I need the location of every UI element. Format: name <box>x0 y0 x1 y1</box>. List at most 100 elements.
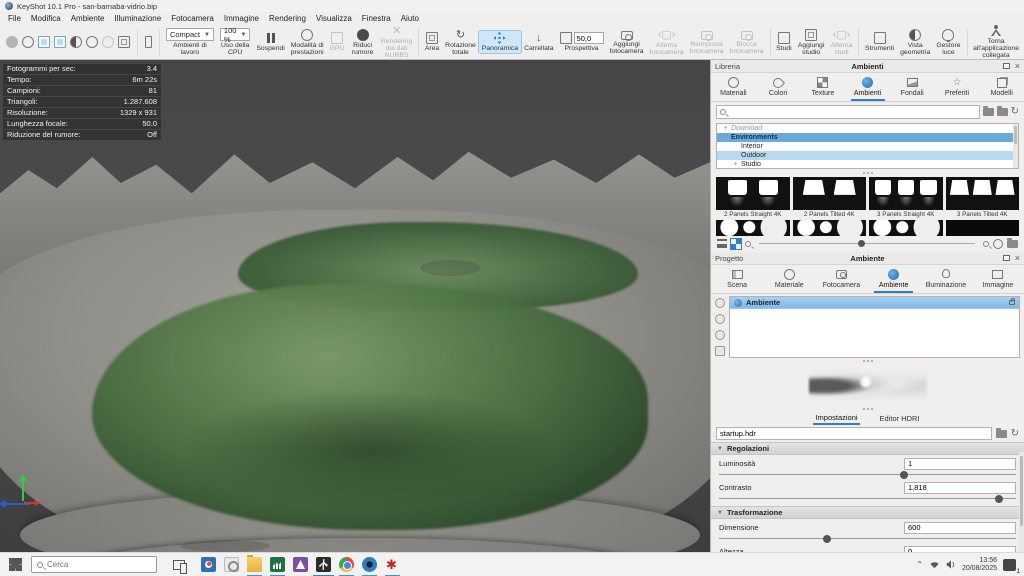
wifi-icon[interactable] <box>929 560 940 569</box>
tab-materiali[interactable]: Materiali <box>711 73 756 101</box>
cycle-studios-button[interactable]: ‹▢› Alterna studi <box>828 28 856 57</box>
tree-item-interior[interactable]: Interior <box>717 142 1018 151</box>
taskbar-app-browser[interactable] <box>197 553 220 576</box>
env-thumb-partial-2[interactable] <box>793 220 867 236</box>
section-trasformazione[interactable]: ▼ Trasformazione <box>711 506 1024 519</box>
library-search-box[interactable] <box>716 105 980 119</box>
taskbar-app-3d-tool[interactable] <box>289 553 312 576</box>
menu-modifica[interactable]: Modifica <box>26 14 66 23</box>
tab-immagine[interactable]: Immagine <box>972 265 1024 293</box>
menu-file[interactable]: File <box>3 14 26 23</box>
env-thumb-partial-1[interactable] <box>716 220 790 236</box>
library-search-input[interactable] <box>729 107 976 117</box>
tree-scrollbar[interactable] <box>1013 124 1018 168</box>
menu-rendering[interactable]: Rendering <box>264 14 311 23</box>
return-to-linked-app-button[interactable]: Torna all'applicazione collegata <box>970 24 1022 60</box>
env-thumb-3-panels-tilted[interactable]: 3 Panels Tilted 4K <box>946 177 1020 219</box>
brightness-slider[interactable] <box>719 470 1016 479</box>
tab-modelli[interactable]: Modelli <box>979 73 1024 101</box>
start-button-icon[interactable] <box>9 558 22 571</box>
taskbar-app-spreadsheet[interactable] <box>266 553 289 576</box>
brightness-field[interactable] <box>904 458 1016 470</box>
taskbar-app-chrome[interactable] <box>335 553 358 576</box>
tab-fondali[interactable]: Fondali <box>890 73 935 101</box>
contrast-field[interactable] <box>904 482 1016 494</box>
render-icon[interactable] <box>70 36 82 48</box>
copy-environment-icon[interactable] <box>715 330 725 340</box>
subtab-editor-hdri[interactable]: Editor HDRI <box>878 413 922 424</box>
focal-length-field[interactable] <box>574 32 604 44</box>
task-view-icon[interactable] <box>173 560 185 570</box>
environment-list-item[interactable]: Ambiente <box>730 297 1019 309</box>
menu-ambiente[interactable]: Ambiente <box>66 14 110 23</box>
dolly-button[interactable]: ↓ Carrellata <box>521 31 556 53</box>
refresh-icon[interactable]: ↻ <box>1011 107 1019 117</box>
pan-button[interactable]: Panoramica <box>479 31 521 53</box>
gpu-button[interactable]: GPU <box>327 31 348 53</box>
browse-folder-icon[interactable] <box>996 430 1007 438</box>
taskbar-app-mesh-tool[interactable] <box>381 553 404 576</box>
size-field[interactable] <box>904 522 1016 534</box>
pause-button[interactable]: Sospendi <box>253 31 287 53</box>
menu-fotocamera[interactable]: Fotocamera <box>166 14 219 23</box>
workspace-select[interactable]: Compact▼ <box>166 28 214 41</box>
thumbnail-size-slider[interactable] <box>759 239 975 249</box>
undock-icon[interactable] <box>1003 255 1010 261</box>
hdr-file-input[interactable] <box>716 427 992 440</box>
tab-scena[interactable]: Scena <box>711 265 763 293</box>
tree-item-download[interactable]: +Download <box>717 124 1018 133</box>
tree-item-studio[interactable]: +Studio <box>717 160 1018 169</box>
tray-expand-icon[interactable]: ⌃ <box>916 560 923 569</box>
tab-illuminazione[interactable]: Illuminazione <box>920 265 972 293</box>
taskbar-clock[interactable]: 13:56 20/08/2025 <box>962 557 997 573</box>
zoom-in-icon[interactable] <box>983 241 989 247</box>
tab-fotocamera[interactable]: Fotocamera <box>815 265 867 293</box>
tree-item-outdoor[interactable]: Outdoor <box>717 151 1018 160</box>
library-panel-toggle-icon[interactable] <box>38 36 50 48</box>
area-button[interactable]: Area <box>422 31 442 53</box>
add-studio-button[interactable]: Aggiungi studio <box>795 28 828 57</box>
tab-ambiente[interactable]: Ambiente <box>868 265 920 293</box>
region-render-icon[interactable] <box>22 36 34 48</box>
close-icon[interactable]: × <box>1015 62 1020 70</box>
lock-camera-button[interactable]: Blocca fotocamera <box>727 28 767 56</box>
3d-viewport[interactable]: Fotogrammi per sec:3.4 Tempo:6m 22s Camp… <box>0 60 710 552</box>
import-folder-icon[interactable] <box>1007 240 1018 248</box>
tab-materiale[interactable]: Materiale <box>763 265 815 293</box>
move-tool-icon[interactable] <box>145 36 153 48</box>
size-slider[interactable] <box>719 534 1016 543</box>
taskbar-app-file-explorer[interactable] <box>243 553 266 576</box>
geometry-view-button[interactable]: Vista geometria <box>897 28 933 57</box>
undock-icon[interactable] <box>1003 63 1010 69</box>
folder-search-icon[interactable] <box>983 108 994 116</box>
screenshot-icon[interactable] <box>118 36 130 48</box>
tumble-button[interactable]: ↻ Rotazione totale <box>442 28 479 57</box>
taskbar-app-keyshot[interactable] <box>312 553 335 576</box>
taskbar-search-input[interactable] <box>47 560 137 569</box>
tools-button[interactable]: Strumenti <box>862 31 897 53</box>
add-environment-icon[interactable] <box>715 298 725 308</box>
reset-camera-button[interactable]: Reimposta fotocamera <box>687 28 727 56</box>
notification-center-icon[interactable]: 1 <box>1003 559 1016 571</box>
duplicate-environment-icon[interactable] <box>715 314 725 324</box>
menu-aiuto[interactable]: Aiuto <box>396 14 424 23</box>
zoom-out-icon[interactable] <box>745 241 751 247</box>
tab-colori[interactable]: Colori <box>756 73 801 101</box>
denoise-button[interactable]: Riduci rumore <box>347 28 378 57</box>
tab-texture[interactable]: Texture <box>800 73 845 101</box>
light-manager-button[interactable]: Gestore luce <box>933 28 963 57</box>
delete-environment-icon[interactable] <box>715 346 725 356</box>
list-view-icon[interactable] <box>717 239 727 248</box>
tab-preferiti[interactable]: ☆Preferiti <box>935 73 980 101</box>
section-regolazioni[interactable]: ▼ Regolazioni <box>711 442 1024 455</box>
project-scrollbar[interactable] <box>1019 452 1024 552</box>
hdri-preview-image[interactable] <box>809 365 927 403</box>
menu-visualizza[interactable]: Visualizza <box>311 14 357 23</box>
menu-finestra[interactable]: Finestra <box>357 14 396 23</box>
contrast-slider[interactable] <box>719 494 1016 503</box>
tab-ambienti[interactable]: Ambienti <box>845 73 890 101</box>
cpu-indicator-icon[interactable] <box>6 36 18 48</box>
folder-add-icon[interactable] <box>997 108 1008 116</box>
env-thumb-2-panels-straight[interactable]: 2 Panels Straight 4K <box>716 177 790 219</box>
taskbar-app-blue-sphere[interactable] <box>358 553 381 576</box>
